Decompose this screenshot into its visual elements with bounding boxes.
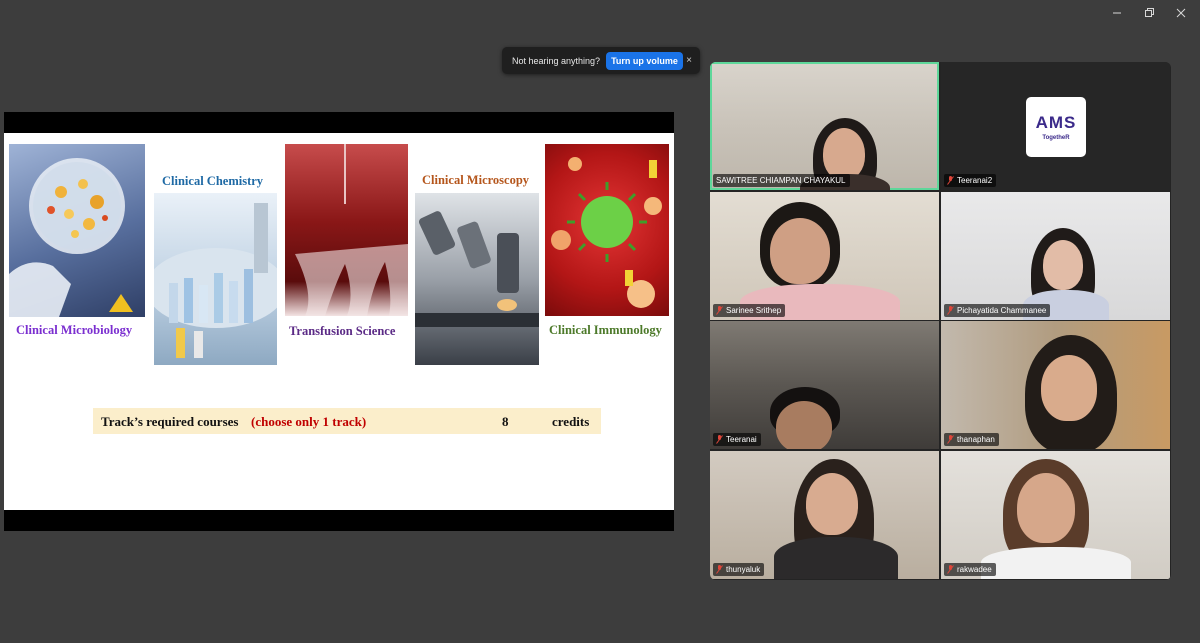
muted-mic-icon xyxy=(947,565,954,574)
participant-face xyxy=(823,128,865,180)
muted-mic-icon xyxy=(947,176,954,185)
credits-highlight: (choose only 1 track) xyxy=(251,414,367,429)
participant-face xyxy=(806,473,858,535)
participant-face xyxy=(1017,473,1075,543)
video-tile[interactable]: SAWITREE CHIAMPAN CHAYAKUL xyxy=(710,62,939,190)
muted-mic-icon xyxy=(716,435,723,444)
microscopy-image xyxy=(415,193,539,365)
caption-transfusion: Transfusion Science xyxy=(289,324,396,338)
video-gallery: SAWITREE CHIAMPAN CHAYAKUL AMS TogetheR … xyxy=(710,62,1171,580)
credits-label: Track’s required courses xyxy=(101,414,239,429)
participant-face xyxy=(776,401,832,449)
participant-name: Sarinee Srithep xyxy=(726,306,782,315)
muted-mic-icon xyxy=(947,306,954,315)
credits-row: Track’s required courses (choose only 1 … xyxy=(93,408,601,434)
participant-name: thanaphan xyxy=(957,435,995,444)
video-tile[interactable]: Teeranai xyxy=(710,321,939,449)
participant-nametag: Teeranai2 xyxy=(944,174,997,187)
muted-mic-icon xyxy=(947,435,954,444)
window-controls xyxy=(1104,4,1194,22)
muted-mic-icon xyxy=(716,565,723,574)
participant-name: rakwadee xyxy=(957,565,992,574)
video-tile[interactable]: thanaphan xyxy=(941,321,1170,449)
caption-microbiology: Clinical Microbiology xyxy=(16,323,133,337)
immunology-image xyxy=(545,144,669,316)
turn-up-volume-button[interactable]: Turn up volume xyxy=(606,51,683,70)
video-tile[interactable]: rakwadee xyxy=(941,451,1170,579)
minimize-icon[interactable] xyxy=(1104,4,1130,22)
video-tile[interactable]: Sarinee Srithep xyxy=(710,192,939,320)
participant-face xyxy=(1043,240,1083,290)
audio-toast: Not hearing anything? Turn up volume × xyxy=(502,47,700,74)
video-tile[interactable]: thunyaluk xyxy=(710,451,939,579)
participant-nametag: Pichayatida Chammanee xyxy=(944,304,1051,317)
participant-nametag: Teeranai xyxy=(713,433,761,446)
participant-nametag: Sarinee Srithep xyxy=(713,304,786,317)
video-tile[interactable]: Pichayatida Chammanee xyxy=(941,192,1170,320)
toast-close-icon[interactable]: × xyxy=(686,55,692,66)
credits-unit: credits xyxy=(552,414,590,429)
ams-logo: AMS TogetheR xyxy=(1026,97,1086,157)
chemistry-image xyxy=(154,193,277,365)
participant-nametag: thunyaluk xyxy=(713,563,765,576)
participant-name: Teeranai xyxy=(726,435,757,444)
logo-main-text: AMS xyxy=(1035,113,1077,132)
participant-face xyxy=(1041,355,1097,421)
participant-name: thunyaluk xyxy=(726,565,761,574)
microbiology-image xyxy=(9,144,145,317)
logo-sub-text: TogetheR xyxy=(1042,135,1070,141)
caption-microscopy: Clinical Microscopy xyxy=(422,173,530,187)
close-window-icon[interactable] xyxy=(1168,4,1194,22)
video-tile[interactable]: AMS TogetheR Teeranai2 xyxy=(941,62,1170,190)
caption-chemistry: Clinical Chemistry xyxy=(162,174,264,188)
toast-message: Not hearing anything? xyxy=(512,55,601,66)
participant-face xyxy=(770,218,830,284)
credits-value: 8 xyxy=(502,414,509,429)
transfusion-image xyxy=(285,144,408,316)
participant-nametag: rakwadee xyxy=(944,563,996,576)
presentation-slide: Clinical Microbiology Clinical Chemistry… xyxy=(4,133,674,510)
shared-screen: Clinical Microbiology Clinical Chemistry… xyxy=(4,112,674,531)
participant-name: Pichayatida Chammanee xyxy=(957,306,1047,315)
participant-name: SAWITREE CHIAMPAN CHAYAKUL xyxy=(716,176,846,185)
participant-name: Teeranai2 xyxy=(957,176,993,185)
participant-body xyxy=(981,547,1131,579)
participant-nametag: SAWITREE CHIAMPAN CHAYAKUL xyxy=(713,174,850,187)
muted-mic-icon xyxy=(716,306,723,315)
participant-body xyxy=(774,537,898,579)
participant-nametag: thanaphan xyxy=(944,433,999,446)
restore-icon[interactable] xyxy=(1136,4,1162,22)
caption-immunology: Clinical Immunology xyxy=(549,323,662,337)
